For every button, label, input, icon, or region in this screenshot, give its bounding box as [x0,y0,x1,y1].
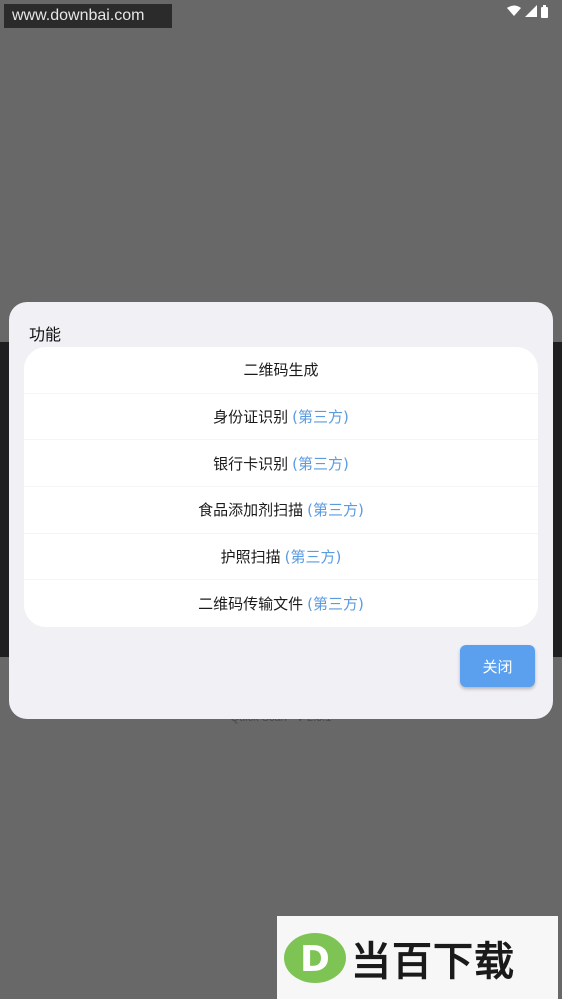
logo-d-icon: D [284,932,346,983]
watermark: www.downbai.com [4,4,172,28]
menu-item-label: 二维码生成 [243,361,319,380]
menu-item-bank-card[interactable]: 银行卡识别 (第三方) [24,440,538,488]
menu-item-label: 银行卡识别 [213,454,289,473]
menu-item-label: 食品添加剂扫描 [198,501,304,520]
logo-text: 当百下载 [351,938,515,985]
site-logo-banner: D 当百下载 [277,916,558,999]
menu-item-food-additive[interactable]: 食品添加剂扫描 (第三方) [24,487,538,534]
logo-letter: D [300,939,330,980]
menu-item-id-card[interactable]: 身份证识别 (第三方) [24,394,538,441]
third-party-tag: (第三方) [292,454,349,473]
signal-icon [525,5,537,17]
third-party-tag: (第三方) [284,548,342,567]
menu-item-label: 身份证识别 [213,408,289,427]
menu-item-label: 护照扫描 [220,548,281,567]
third-party-tag: (第三方) [292,408,349,427]
third-party-tag: (第三方) [307,595,364,614]
menu-list: 二维码生成 身份证识别 (第三方) 银行卡识别 (第三方) 食品添加剂扫描 (第… [24,347,538,627]
menu-item-label: 二维码传输文件 [198,595,304,614]
dialog-title: 功能 [29,325,62,344]
status-bar [507,4,548,18]
third-party-tag: (第三方) [307,501,364,520]
menu-item-passport[interactable]: 护照扫描 (第三方) [24,534,538,581]
function-dialog: 功能 二维码生成 身份证识别 (第三方) 银行卡识别 (第三方) 食品添加剂扫描… [9,302,553,719]
menu-item-qr-generate[interactable]: 二维码生成 [24,347,538,394]
close-button[interactable]: 关闭 [460,645,535,687]
menu-item-qr-file-transfer[interactable]: 二维码传输文件 (第三方) [24,580,538,627]
wifi-icon [507,5,521,16]
battery-icon [541,4,548,18]
